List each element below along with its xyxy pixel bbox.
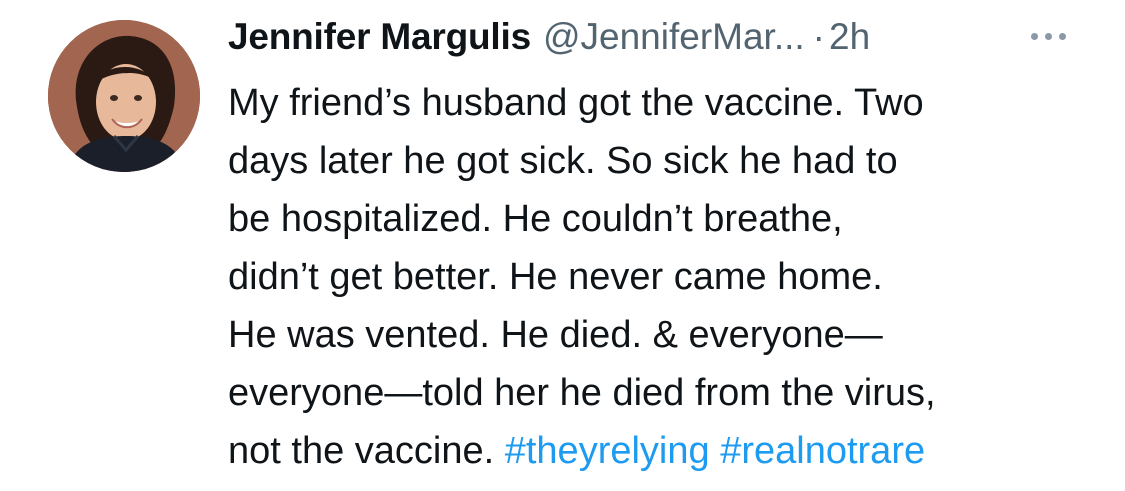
avatar[interactable] <box>48 20 200 172</box>
author-handle[interactable]: @JenniferMar... <box>543 16 805 58</box>
tweet-text-line: My friend’s husband got the vaccine. Two <box>228 82 924 124</box>
timestamp[interactable]: 2h <box>829 16 870 58</box>
tweet-text-line: not the vaccine. <box>228 430 505 472</box>
more-dot <box>1058 32 1066 40</box>
tweet-text-last-line: not the vaccine. #theyrelying #realnotra… <box>228 422 1108 480</box>
separator-dot: · <box>812 16 825 57</box>
tweet-text-line: everyone—told her he died from the virus… <box>228 372 936 414</box>
tweet-card: Jennifer Margulis @JenniferMar... · 2h M… <box>0 0 1125 491</box>
more-dot <box>1030 32 1038 40</box>
tweet-text-line: didn’t get better. He never came home. <box>228 256 883 298</box>
avatar-photo <box>48 20 200 172</box>
tweet-text: My friend’s husband got the vaccine. Two… <box>228 74 1108 480</box>
hashtag-link[interactable]: #realnotrare <box>720 430 925 472</box>
more-dot <box>1044 32 1052 40</box>
tweet-header: Jennifer Margulis @JenniferMar... · 2h <box>228 16 870 64</box>
more-options-icon[interactable] <box>1018 16 1078 56</box>
tweet-text-line: be hospitalized. He couldn’t breathe, <box>228 198 843 240</box>
tweet-text-line: days later he got sick. So sick he had t… <box>228 140 898 182</box>
author-name[interactable]: Jennifer Margulis <box>228 16 531 58</box>
hashtag-link[interactable]: #theyrelying <box>505 430 710 472</box>
tweet-text-line: He was vented. He died. & everyone— <box>228 314 883 356</box>
